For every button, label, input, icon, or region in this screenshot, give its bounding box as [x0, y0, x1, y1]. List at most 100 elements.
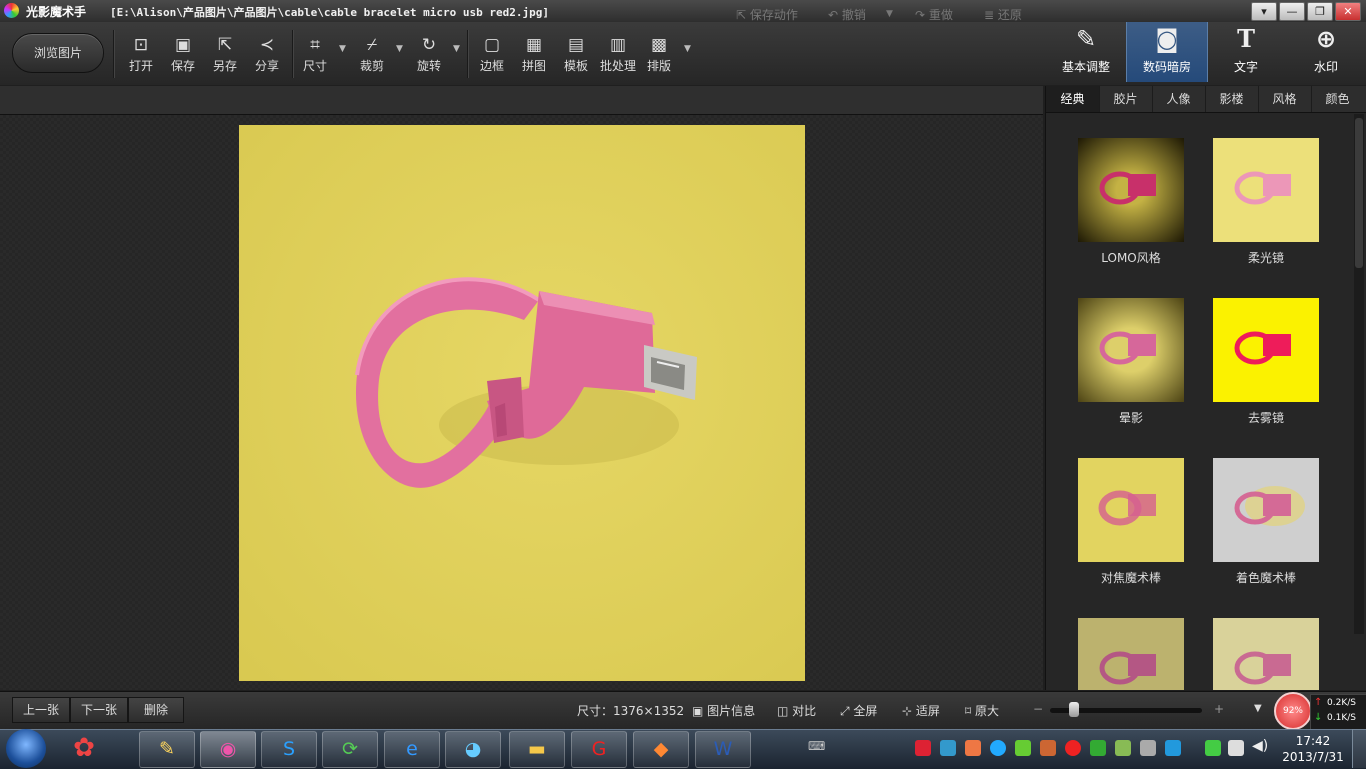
- save-action-button[interactable]: ⇱ 保存动作: [736, 6, 798, 23]
- volume-icon[interactable]: ◀): [1252, 738, 1268, 754]
- zoom-slider-handle[interactable]: [1069, 702, 1079, 717]
- tray-device-icon[interactable]: [1228, 740, 1244, 756]
- module-tabs: ✎ 基本调整 ◙ 数码暗房 T 文字 ⊕ 水印: [1046, 22, 1366, 85]
- filter-thumb-8[interactable]: [1213, 618, 1319, 690]
- share-button[interactable]: ≺ 分享: [246, 34, 288, 80]
- toolbar-divider: [467, 30, 469, 78]
- restore-button[interactable]: ≣ 还原: [984, 6, 1022, 23]
- filter-thumb-lomo[interactable]: [1078, 138, 1184, 242]
- image-info-icon: ▣: [692, 704, 708, 718]
- filter-label: 晕影: [1118, 411, 1143, 425]
- save-as-button[interactable]: ⇱ 另存: [204, 34, 246, 80]
- taskbar-package-icon[interactable]: ◆: [633, 731, 689, 768]
- tab-basic-adjust[interactable]: ✎ 基本调整: [1046, 22, 1126, 82]
- keyboard-icon[interactable]: ⌨: [808, 739, 825, 753]
- tray-icon-3[interactable]: [965, 740, 981, 756]
- filter-thumb-vignette[interactable]: [1078, 298, 1184, 402]
- filter-thumb-soft-light[interactable]: [1213, 138, 1319, 242]
- tray-icon-8[interactable]: [1090, 740, 1106, 756]
- taskbar-skype-icon[interactable]: S: [261, 731, 317, 768]
- taskbar-photo-editor-icon[interactable]: ◉: [200, 731, 256, 768]
- minimize-button[interactable]: —: [1279, 2, 1305, 21]
- tray-icon-9[interactable]: [1115, 740, 1131, 756]
- tray-icon-6[interactable]: [1040, 740, 1056, 756]
- open-button[interactable]: ⊡ 打开: [120, 34, 162, 80]
- filter-thumb-color-wand[interactable]: [1213, 458, 1319, 562]
- effects-scroll-thumb[interactable]: [1355, 118, 1363, 268]
- tray-icon-1[interactable]: [915, 740, 931, 756]
- rotate-dropdown-icon[interactable]: ▼: [453, 44, 460, 54]
- tab-studio[interactable]: 影楼: [1205, 86, 1259, 112]
- taskbar-clock[interactable]: 17:42 2013/7/31: [1282, 733, 1344, 765]
- rotate-button[interactable]: ↻ 旋转: [408, 34, 450, 80]
- open-label: 打开: [128, 59, 153, 73]
- tray-icon-2[interactable]: [940, 740, 956, 756]
- taskbar-browser-icon[interactable]: ⟳: [322, 731, 378, 768]
- prev-image-button[interactable]: 上一张: [12, 697, 70, 723]
- zoom-in-button[interactable]: +: [1214, 702, 1224, 716]
- undo-button[interactable]: ↶ 撤销: [828, 6, 866, 23]
- browse-images-button[interactable]: 浏览图片: [12, 33, 104, 73]
- crop-dropdown-icon[interactable]: ▼: [396, 44, 403, 54]
- batch-button[interactable]: ▥ 批处理: [596, 34, 640, 80]
- resize-button[interactable]: ⌗ 尺寸: [294, 34, 336, 80]
- tray-icon-7[interactable]: [1065, 740, 1081, 756]
- menu-dropdown-button[interactable]: ▾: [1251, 2, 1277, 21]
- taskbar-ie-icon[interactable]: e: [384, 731, 440, 768]
- taskbar-app-red-icon[interactable]: G: [571, 731, 627, 768]
- show-desktop-button[interactable]: [1352, 729, 1366, 768]
- taskbar-folder-icon[interactable]: ▬: [509, 731, 565, 768]
- image-size: 尺寸：1376×1352: [577, 704, 685, 718]
- memory-usage-badge[interactable]: 92%: [1274, 692, 1312, 730]
- tray-icon-5[interactable]: [1015, 740, 1031, 756]
- clock-date: 2013/7/31: [1282, 750, 1344, 764]
- filter-thumb-dehaze[interactable]: [1213, 298, 1319, 402]
- crop-button[interactable]: ⌿ 裁剪: [351, 34, 393, 80]
- redo-button[interactable]: ↷ 重做: [915, 6, 953, 23]
- collage-button[interactable]: ▦ 拼图: [513, 34, 555, 80]
- tab-film[interactable]: 胶片: [1099, 86, 1153, 112]
- zoom-out-button[interactable]: −: [1033, 702, 1043, 716]
- filter-thumb-7[interactable]: [1078, 618, 1184, 690]
- resize-dropdown-icon[interactable]: ▼: [339, 44, 346, 54]
- taskbar-word-icon[interactable]: W: [695, 731, 751, 768]
- more-dropdown-icon[interactable]: ▼: [684, 44, 691, 54]
- tab-text[interactable]: T 文字: [1206, 22, 1286, 82]
- expand-dropdown-icon[interactable]: ▼: [1254, 703, 1262, 714]
- undo-dropdown-icon[interactable]: ▼: [886, 9, 893, 19]
- save-button[interactable]: ▣ 保存: [162, 34, 204, 80]
- close-button[interactable]: ✕: [1335, 2, 1361, 21]
- template-button[interactable]: ▤ 模板: [555, 34, 597, 80]
- original-size-button[interactable]: ⌑ 原大: [965, 702, 999, 719]
- app-logo-icon: [4, 3, 19, 18]
- taskbar-qq-icon[interactable]: ◕: [445, 731, 501, 768]
- tab-digital-darkroom[interactable]: ◙ 数码暗房: [1126, 22, 1208, 82]
- tab-classic[interactable]: 经典: [1046, 86, 1100, 112]
- filter-label: 着色魔术棒: [1235, 571, 1296, 585]
- delete-button[interactable]: 删除: [128, 697, 184, 723]
- filter-thumb-focus-wand[interactable]: [1078, 458, 1184, 562]
- border-button[interactable]: ▢ 边框: [471, 34, 513, 80]
- image-info-button[interactable]: ▣ 图片信息: [692, 702, 755, 719]
- undo-label: 撤销: [841, 8, 866, 22]
- tray-qq-icon[interactable]: [990, 740, 1006, 756]
- tray-bars-icon[interactable]: [1165, 740, 1181, 756]
- compare-button[interactable]: ◫ 对比: [777, 702, 816, 719]
- restore-button[interactable]: ❐: [1307, 2, 1333, 21]
- tab-style[interactable]: 风格: [1258, 86, 1312, 112]
- tab-portrait[interactable]: 人像: [1152, 86, 1206, 112]
- tab-color[interactable]: 颜色: [1311, 86, 1364, 112]
- tray-icon-10[interactable]: [1140, 740, 1156, 756]
- colorful-app-icon[interactable]: ✿: [64, 733, 104, 765]
- fullscreen-button[interactable]: ⤢ 全屏: [840, 702, 877, 719]
- taskbar-paint-icon[interactable]: ✎: [139, 731, 195, 768]
- fit-screen-button[interactable]: ⊹ 适屏: [902, 702, 940, 719]
- original-size-label: 原大: [974, 704, 999, 718]
- start-button[interactable]: [6, 729, 46, 768]
- next-image-button[interactable]: 下一张: [70, 697, 128, 723]
- tab-watermark[interactable]: ⊕ 水印: [1286, 22, 1366, 82]
- photo-preview[interactable]: [239, 125, 805, 681]
- layout-button[interactable]: ▩ 排版: [638, 34, 680, 80]
- tray-network-icon[interactable]: [1205, 740, 1221, 756]
- filter-label: 去雾镜: [1247, 411, 1284, 425]
